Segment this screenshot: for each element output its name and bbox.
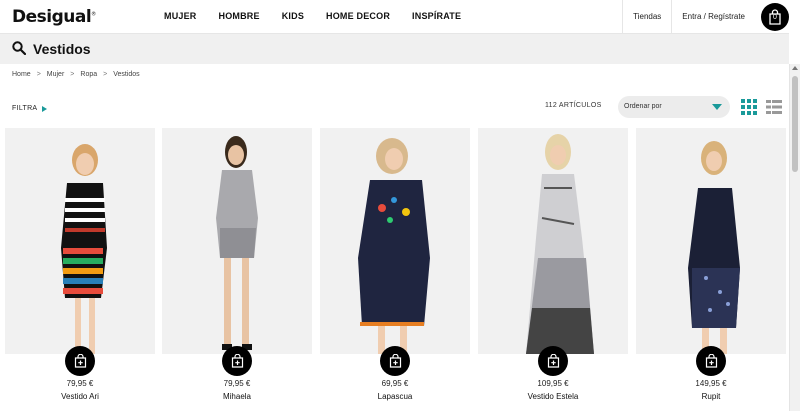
product-price: 149,95 € [695, 379, 727, 388]
product-image[interactable] [478, 128, 628, 354]
product-image[interactable] [636, 128, 786, 354]
breadcrumb-home[interactable]: Home [12, 71, 31, 78]
add-to-bag-button[interactable] [222, 346, 252, 376]
add-to-bag-button[interactable] [65, 346, 95, 376]
product-card[interactable]: 79,95 € Mihaela [162, 128, 312, 411]
bag-count: 0 [773, 14, 777, 21]
filter-label: FILTRA [12, 105, 38, 112]
add-to-bag-button[interactable] [696, 346, 726, 376]
product-name[interactable]: Rupit [636, 392, 786, 401]
scrollbar-thumb[interactable] [792, 76, 798, 172]
add-to-bag-icon [705, 354, 717, 368]
grid-view-icon[interactable] [741, 99, 757, 115]
product-name[interactable]: Vestido Ari [5, 392, 155, 401]
add-to-bag-button[interactable] [538, 346, 568, 376]
breadcrumb-separator: > [103, 71, 108, 78]
scroll-up-icon[interactable] [792, 66, 798, 70]
dress-figure-icon [320, 128, 470, 354]
product-card[interactable]: 149,95 € Rupit [636, 128, 786, 411]
shopping-bag-button[interactable]: 0 [761, 3, 789, 31]
product-card[interactable]: 109,95 € Vestido Estela [478, 128, 628, 411]
product-price: 69,95 € [381, 379, 409, 388]
search-icon[interactable] [12, 41, 26, 55]
filter-toggle[interactable]: FILTRA [12, 105, 48, 112]
breadcrumb-mujer[interactable]: Mujer [47, 71, 65, 78]
nav-item-home-decor[interactable]: HOME DECOR [326, 11, 390, 21]
add-to-bag-icon [74, 354, 86, 368]
nav-item-inspirate[interactable]: INSPÍRATE [412, 11, 461, 21]
add-to-bag-icon [547, 354, 559, 368]
page-scrollbar[interactable] [789, 64, 800, 411]
main-nav: MUJER HOMBRE KIDS HOME DECOR INSPÍRATE [164, 11, 483, 21]
product-name[interactable]: Vestido Estela [478, 392, 628, 401]
stores-link[interactable]: Tiendas [622, 0, 671, 34]
chevron-down-icon [712, 104, 722, 110]
sort-dropdown[interactable]: Ordenar por [618, 96, 730, 118]
top-header: Desigual® MUJER HOMBRE KIDS HOME DECOR I… [0, 0, 789, 34]
breadcrumb-ropa[interactable]: Ropa [80, 71, 97, 78]
product-card[interactable]: 69,95 € Lapascua [320, 128, 470, 411]
product-price: 79,95 € [223, 379, 251, 388]
add-to-bag-icon [231, 354, 243, 368]
dress-figure-icon [5, 128, 155, 354]
nav-item-kids[interactable]: KIDS [282, 11, 304, 21]
product-price: 109,95 € [537, 379, 569, 388]
product-image[interactable] [320, 128, 470, 354]
list-view-icon[interactable] [766, 100, 782, 114]
breadcrumb-separator: > [70, 71, 75, 78]
add-to-bag-button[interactable] [380, 346, 410, 376]
dress-figure-icon [478, 128, 628, 354]
brand-logo-text: Desigual [12, 7, 92, 27]
page-title: Vestidos [33, 41, 91, 57]
header-actions: Tiendas Entra / Regístrate 0 [622, 0, 789, 34]
breadcrumb-vestidos: Vestidos [113, 71, 140, 78]
item-count: 112 ARTÍCULOS [545, 102, 602, 109]
dress-figure-icon [636, 128, 786, 354]
nav-item-mujer[interactable]: MUJER [164, 11, 197, 21]
product-image[interactable] [5, 128, 155, 354]
nav-item-hombre[interactable]: HOMBRE [219, 11, 260, 21]
login-link[interactable]: Entra / Regístrate [671, 0, 755, 34]
product-name[interactable]: Mihaela [162, 392, 312, 401]
product-price: 79,95 € [66, 379, 94, 388]
product-card[interactable]: 79,95 € Vestido Ari [5, 128, 155, 411]
caret-right-icon [42, 105, 48, 112]
brand-logo-reg: ® [91, 11, 96, 18]
product-image[interactable] [162, 128, 312, 354]
sort-label: Ordenar por [624, 103, 662, 110]
brand-logo[interactable]: Desigual® [12, 7, 96, 27]
product-grid: 79,95 € Vestido Ari 79,95 € Mihaela 69,9… [5, 128, 786, 411]
search-title-bar: Vestidos [0, 34, 789, 64]
dress-figure-icon [162, 128, 312, 354]
breadcrumb-separator: > [36, 71, 41, 78]
add-to-bag-icon [389, 354, 401, 368]
product-name[interactable]: Lapascua [320, 392, 470, 401]
breadcrumb: Home > Mujer > Ropa > Vestidos [12, 71, 140, 78]
